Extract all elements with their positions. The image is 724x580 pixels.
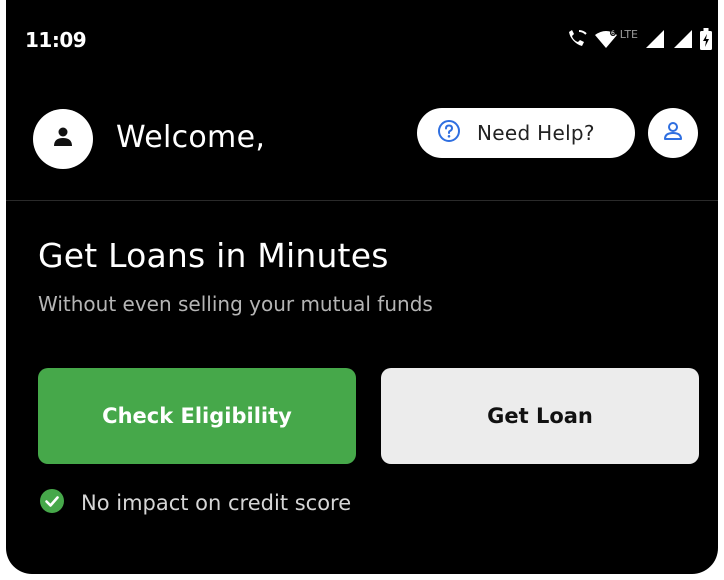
profile-icon	[662, 120, 684, 146]
status-bar: 11:09 6 LTE	[6, 0, 718, 80]
avatar[interactable]	[33, 109, 93, 169]
signal-icon	[644, 29, 666, 49]
wifi-icon: 6	[594, 29, 618, 49]
credit-score-note: No impact on credit score	[39, 488, 351, 518]
hero-subtitle: Without even selling your mutual funds	[38, 292, 433, 316]
status-icons: 6 LTE	[566, 27, 712, 51]
signal-icon	[672, 29, 694, 49]
svg-text:6: 6	[611, 30, 615, 37]
battery-icon	[700, 28, 712, 50]
header-divider	[6, 200, 718, 201]
get-loan-button[interactable]: Get Loan	[381, 368, 699, 464]
profile-button[interactable]	[648, 108, 698, 158]
help-icon	[437, 119, 461, 147]
app-screen: 11:09 6 LTE Welcome, Need Help? Get Loan…	[6, 0, 718, 574]
welcome-text: Welcome,	[116, 120, 266, 155]
check-eligibility-button[interactable]: Check Eligibility	[38, 368, 356, 464]
check-circle-icon	[39, 488, 65, 518]
credit-score-note-text: No impact on credit score	[81, 491, 352, 515]
need-help-button[interactable]: Need Help?	[417, 108, 635, 158]
lte-label: LTE	[619, 27, 638, 41]
app-header: Welcome, Need Help?	[6, 100, 718, 170]
hero-title: Get Loans in Minutes	[38, 236, 389, 275]
wifi-call-icon	[566, 29, 588, 49]
need-help-label: Need Help?	[477, 121, 595, 145]
status-time: 11:09	[25, 28, 87, 52]
user-icon	[51, 125, 75, 153]
